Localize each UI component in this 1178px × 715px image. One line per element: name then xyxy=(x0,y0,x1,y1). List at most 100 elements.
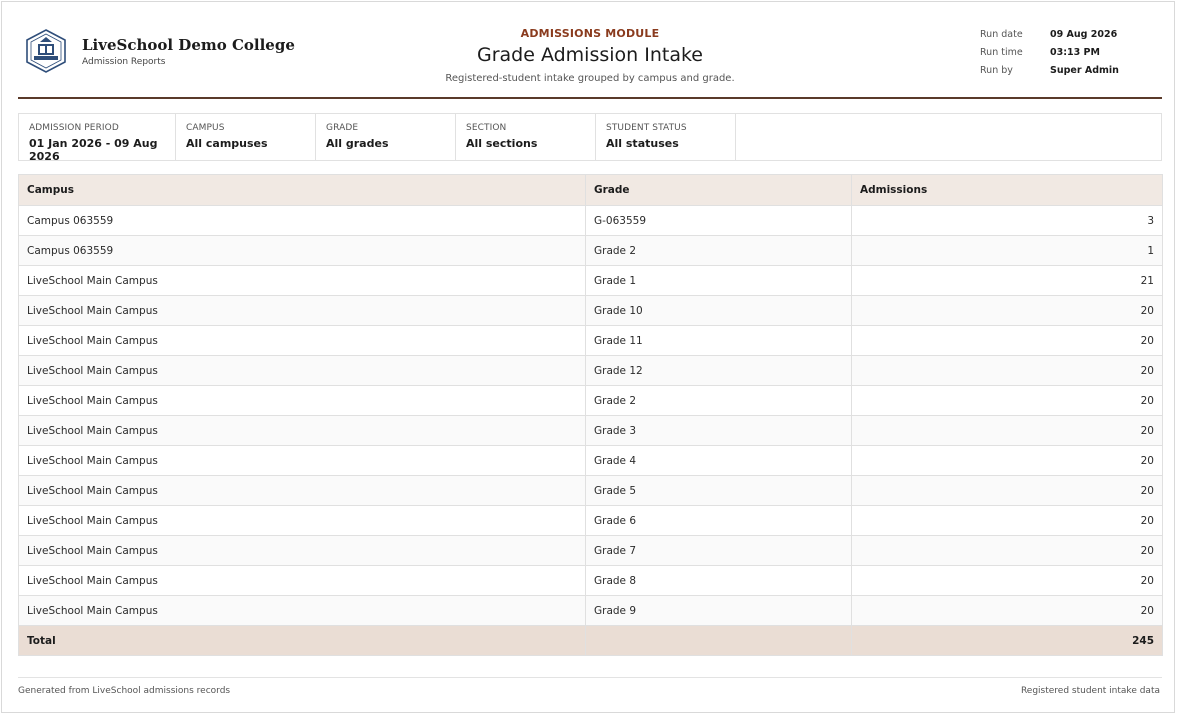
cell-campus: LiveSchool Main Campus xyxy=(18,415,586,446)
college-subtitle: Admission Reports xyxy=(82,57,166,67)
total-row: Total 245 xyxy=(18,625,1163,656)
filter-label: CAMPUS xyxy=(186,123,225,133)
table-row: LiveSchool Main Campus Grade 11 20 xyxy=(18,325,1163,356)
cell-campus: Campus 063559 xyxy=(18,235,586,266)
table-row: LiveSchool Main Campus Grade 8 20 xyxy=(18,565,1163,596)
cell-grade: Grade 6 xyxy=(585,505,852,536)
college-crest-icon xyxy=(26,29,66,73)
cell-admissions: 3 xyxy=(851,205,1163,236)
cell-grade: Grade 2 xyxy=(585,385,852,416)
cell-campus: LiveSchool Main Campus xyxy=(18,535,586,566)
cell-grade: Grade 9 xyxy=(585,595,852,626)
table-header-row: Campus Grade Admissions xyxy=(18,174,1163,206)
cell-admissions: 20 xyxy=(851,415,1163,446)
cell-admissions: 20 xyxy=(851,505,1163,536)
run-time-value: 03:13 PM xyxy=(1050,47,1100,58)
cell-admissions: 20 xyxy=(851,595,1163,626)
cell-campus: LiveSchool Main Campus xyxy=(18,565,586,596)
cell-grade: G-063559 xyxy=(585,205,852,236)
run-metadata: Run date 09 Aug 2026 Run time 03:13 PM R… xyxy=(980,28,1160,82)
filter-label: GRADE xyxy=(326,123,359,133)
cell-admissions: 20 xyxy=(851,385,1163,416)
table-row: LiveSchool Main Campus Grade 7 20 xyxy=(18,535,1163,566)
table-row: LiveSchool Main Campus Grade 1 21 xyxy=(18,265,1163,296)
module-label: ADMISSIONS MODULE xyxy=(520,27,660,40)
table-row: LiveSchool Main Campus Grade 9 20 xyxy=(18,595,1163,626)
cell-campus: LiveSchool Main Campus xyxy=(18,265,586,296)
cell-grade: Grade 4 xyxy=(585,445,852,476)
table-row: LiveSchool Main Campus Grade 10 20 xyxy=(18,295,1163,326)
page-title: Grade Admission Intake xyxy=(476,44,703,66)
cell-grade: Grade 7 xyxy=(585,535,852,566)
run-by-value: Super Admin xyxy=(1050,65,1119,76)
admissions-table-wrapper: Campus Grade Admissions Campus 063559 G-0… xyxy=(18,174,1163,656)
column-header-admissions: Admissions xyxy=(851,174,1163,206)
cell-campus: Campus 063559 xyxy=(18,205,586,236)
cell-grade: Grade 12 xyxy=(585,355,852,386)
cell-grade: Grade 3 xyxy=(585,415,852,446)
cell-grade: Grade 2 xyxy=(585,235,852,266)
filter-section: SECTION All sections xyxy=(456,114,596,160)
footer-source-note: Generated from LiveSchool admissions rec… xyxy=(18,686,231,696)
footer-divider xyxy=(18,677,1162,678)
filter-label: STUDENT STATUS xyxy=(606,123,687,133)
table-row: LiveSchool Main Campus Grade 5 20 xyxy=(18,475,1163,506)
cell-campus: LiveSchool Main Campus xyxy=(18,445,586,476)
cell-campus: LiveSchool Main Campus xyxy=(18,295,586,326)
report-description: Registered-student intake grouped by cam… xyxy=(445,73,735,84)
filter-campus: CAMPUS All campuses xyxy=(176,114,316,160)
cell-campus: LiveSchool Main Campus xyxy=(18,355,586,386)
footer-data-note: Registered student intake data xyxy=(1020,686,1160,696)
run-by-row: Run by Super Admin xyxy=(980,64,1160,82)
cell-admissions: 20 xyxy=(851,535,1163,566)
filter-summary: ADMISSION PERIOD 01 Jan 2026 - 09 Aug 20… xyxy=(18,113,1162,163)
run-time-row: Run time 03:13 PM xyxy=(980,46,1160,64)
table-row: LiveSchool Main Campus Grade 3 20 xyxy=(18,415,1163,446)
filter-label: ADMISSION PERIOD xyxy=(29,123,119,133)
filter-label: SECTION xyxy=(466,123,507,133)
filter-value: 01 Jan 2026 - 09 Aug 2026 xyxy=(29,137,158,163)
report-header: LiveSchool Demo College Admission Report… xyxy=(18,2,1162,99)
cell-campus: LiveSchool Main Campus xyxy=(18,505,586,536)
cell-grade: Grade 5 xyxy=(585,475,852,506)
cell-admissions: 20 xyxy=(851,565,1163,596)
cell-campus: LiveSchool Main Campus xyxy=(18,475,586,506)
total-value: 245 xyxy=(851,625,1163,656)
total-empty-cell xyxy=(585,625,852,656)
column-header-grade: Grade xyxy=(585,174,852,206)
admissions-table: Campus Grade Admissions Campus 063559 G-0… xyxy=(18,174,1163,656)
column-header-campus: Campus xyxy=(18,174,586,206)
run-date-value: 09 Aug 2026 xyxy=(1050,29,1118,40)
filter-value: All sections xyxy=(466,137,538,150)
cell-admissions: 20 xyxy=(851,445,1163,476)
cell-campus: LiveSchool Main Campus xyxy=(18,325,586,356)
run-by-label: Run by xyxy=(980,65,1013,76)
cell-campus: LiveSchool Main Campus xyxy=(18,385,586,416)
table-row: LiveSchool Main Campus Grade 12 20 xyxy=(18,355,1163,386)
cell-grade: Grade 1 xyxy=(585,265,852,296)
cell-admissions: 1 xyxy=(851,235,1163,266)
filter-student-status: STUDENT STATUS All statuses xyxy=(596,114,736,160)
run-date-label: Run date xyxy=(980,29,1023,40)
table-row: Campus 063559 Grade 21 xyxy=(18,235,1163,266)
filter-value: All grades xyxy=(326,137,389,150)
cell-grade: Grade 10 xyxy=(585,295,852,326)
filter-grade: GRADE All grades xyxy=(316,114,456,160)
run-date-row: Run date 09 Aug 2026 xyxy=(980,28,1160,46)
total-label: Total xyxy=(18,625,586,656)
cell-admissions: 20 xyxy=(851,355,1163,386)
cell-admissions: 20 xyxy=(851,325,1163,356)
cell-grade: Grade 11 xyxy=(585,325,852,356)
cell-admissions: 21 xyxy=(851,265,1163,296)
filter-value: All campuses xyxy=(186,137,268,150)
college-name: LiveSchool Demo College xyxy=(82,36,295,54)
table-row: Campus 063559 G-063559 3 xyxy=(18,205,1163,236)
cell-campus: LiveSchool Main Campus xyxy=(18,595,586,626)
cell-admissions: 20 xyxy=(851,475,1163,506)
run-time-label: Run time xyxy=(980,47,1023,58)
cell-grade: Grade 8 xyxy=(585,565,852,596)
cell-admissions: 20 xyxy=(851,295,1163,326)
table-row: LiveSchool Main Campus Grade 6 20 xyxy=(18,505,1163,536)
table-row: LiveSchool Main Campus Grade 4 20 xyxy=(18,445,1163,476)
report-page: LiveSchool Demo College Admission Report… xyxy=(1,1,1175,713)
